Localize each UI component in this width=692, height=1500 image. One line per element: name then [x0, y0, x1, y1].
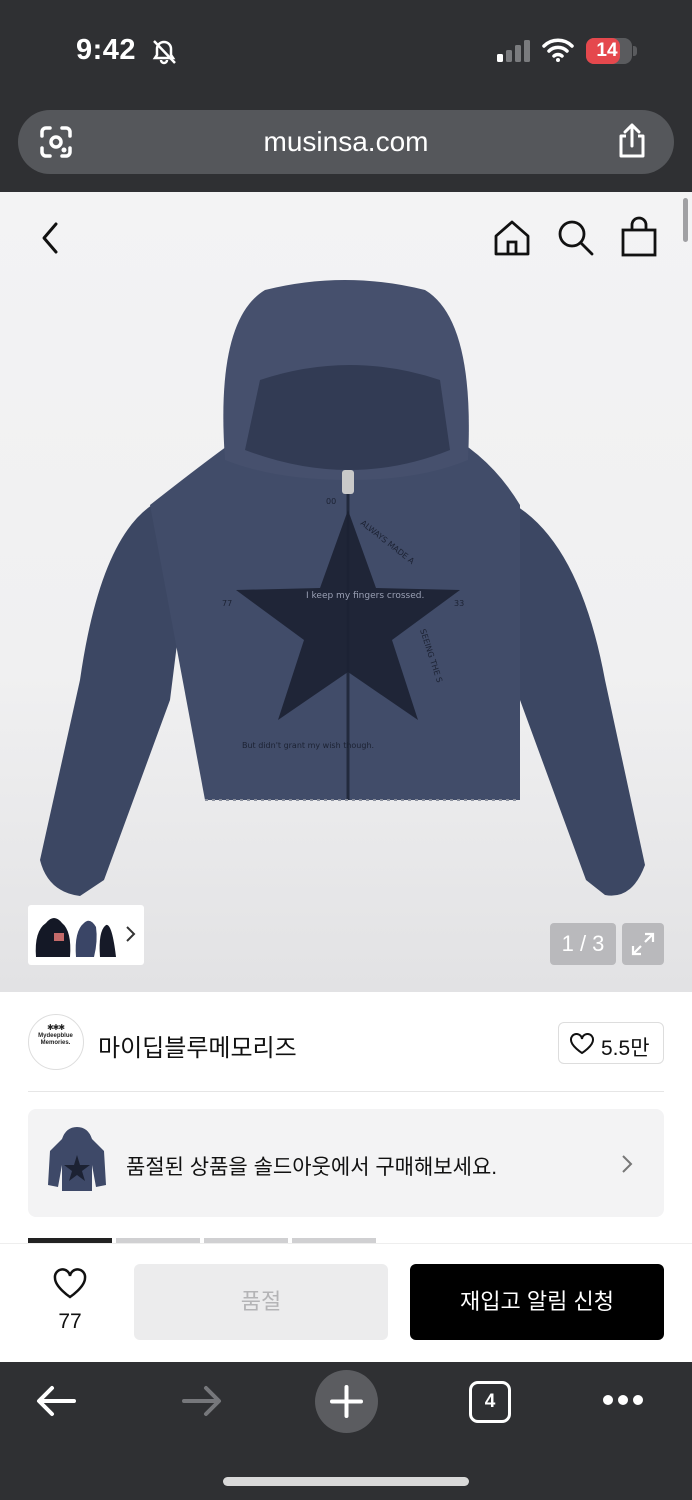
brand-logo[interactable]: ✱✱✱ Mydeepblue Memories. [28, 1014, 84, 1070]
expand-icon [631, 932, 655, 956]
new-tab-button[interactable] [315, 1370, 378, 1433]
home-icon[interactable] [492, 218, 532, 258]
forward-arrow-icon[interactable] [180, 1384, 224, 1418]
more-options-icon[interactable] [602, 1394, 644, 1406]
brand-name[interactable]: 마이딥블루메모리즈 [98, 1028, 297, 1063]
tab-switcher-button[interactable]: 4 [469, 1381, 511, 1423]
browser-top-chrome: 9:42 14 musinsa.com [0, 0, 692, 192]
print-top-number: 00 [326, 497, 336, 506]
fullscreen-button[interactable] [622, 923, 664, 965]
promo-product-image [48, 1127, 106, 1191]
thumbnail-image[interactable] [32, 911, 118, 959]
chevron-right-icon[interactable] [124, 925, 136, 943]
brand-like-button[interactable]: 5.5만 [558, 1022, 664, 1064]
home-indicator[interactable] [223, 1477, 469, 1486]
product-image[interactable]: 00 77 33 ALWAYS MADE A SEEING THE S I ke… [20, 280, 670, 910]
product-page: 00 77 33 ALWAYS MADE A SEEING THE S I ke… [0, 192, 692, 1362]
battery-indicator: 14 [586, 38, 632, 64]
wishlist-count: 77 [58, 1310, 82, 1333]
back-arrow-icon[interactable] [34, 1384, 78, 1418]
thumbnail-strip[interactable] [28, 905, 144, 965]
brand-like-count: 5.5만 [601, 1037, 650, 1060]
heart-icon [570, 1033, 594, 1055]
wifi-icon [542, 38, 574, 62]
battery-level: 14 [596, 40, 618, 61]
print-center-line: I keep my fingers crossed. [306, 591, 424, 601]
page-scrollbar[interactable] [683, 198, 688, 242]
bell-off-icon [152, 40, 176, 65]
address-bar[interactable]: musinsa.com [18, 110, 674, 174]
chevron-right-icon [622, 1155, 633, 1173]
soldout-promo-banner[interactable]: 품절된 상품을 솔드아웃에서 구매해보세요. [28, 1109, 664, 1217]
url-text[interactable]: musinsa.com [18, 126, 674, 158]
promo-text: 품절된 상품을 솔드아웃에서 구매해보세요. [126, 1156, 498, 1179]
brand-logo-text: Mydeepblue Memories. [38, 1033, 73, 1046]
back-chevron-icon[interactable] [36, 220, 64, 256]
soldout-button[interactable]: 품절 [134, 1264, 388, 1340]
image-counter: 1 / 3 [550, 923, 616, 965]
search-icon[interactable] [556, 218, 596, 258]
share-icon[interactable] [615, 122, 649, 160]
print-right-number: 33 [454, 599, 464, 608]
restock-alert-button[interactable]: 재입고 알림 신청 [410, 1264, 664, 1340]
plus-icon [330, 1385, 363, 1418]
status-time: 9:42 [76, 34, 137, 66]
print-left-number: 77 [222, 599, 232, 608]
shopping-bag-icon[interactable] [620, 216, 658, 258]
heart-icon [53, 1268, 87, 1299]
cellular-signal-icon [497, 40, 530, 62]
print-bottom-line: But didn't grant my wish though. [242, 741, 374, 750]
brand-logo-stars: ✱✱✱ [46, 1023, 65, 1032]
divider [28, 1091, 664, 1092]
